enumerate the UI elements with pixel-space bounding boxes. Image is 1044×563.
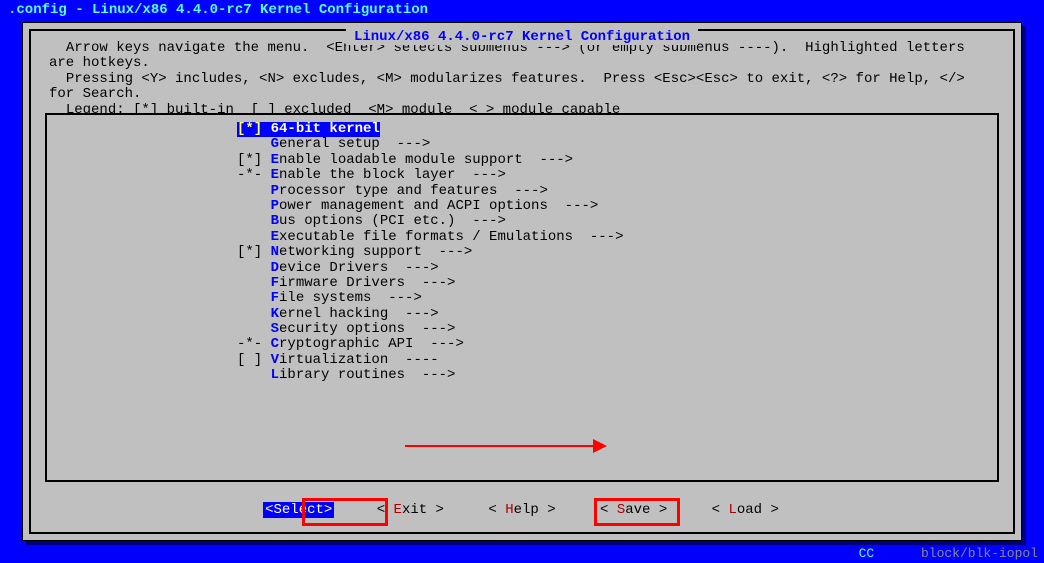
- menu-item-13[interactable]: Security options --->: [237, 322, 997, 337]
- save-button[interactable]: < Save >: [598, 502, 669, 518]
- menu-item-2[interactable]: [*] Enable loadable module support --->: [237, 153, 997, 168]
- menu-item-12[interactable]: Kernel hacking --->: [237, 307, 997, 322]
- annotation-arrow: [405, 445, 605, 447]
- menu-item-3[interactable]: -*- Enable the block layer --->: [237, 168, 997, 183]
- exit-button[interactable]: < Exit >: [375, 502, 446, 518]
- config-dialog: Linux/x86 4.4.0-rc7 Kernel Configuration…: [22, 22, 1022, 541]
- menu-item-9[interactable]: Device Drivers --->: [237, 261, 997, 276]
- menu-item-15[interactable]: [ ] Virtualization ----: [237, 353, 997, 368]
- menu-item-4[interactable]: Processor type and features --->: [237, 184, 997, 199]
- dialog-title: Linux/x86 4.4.0-rc7 Kernel Configuration: [346, 29, 698, 45]
- menu-box: [*] 64-bit kernel General setup --->[*] …: [45, 113, 999, 482]
- menu-item-14[interactable]: -*- Cryptographic API --->: [237, 337, 997, 352]
- menu-item-0[interactable]: [*] 64-bit kernel: [237, 122, 380, 137]
- menu-item-1[interactable]: General setup --->: [237, 137, 997, 152]
- menu-item-8[interactable]: [*] Networking support --->: [237, 245, 997, 260]
- menu-item-11[interactable]: File systems --->: [237, 291, 997, 306]
- menu-item-10[interactable]: Firmware Drivers --->: [237, 276, 997, 291]
- select-button[interactable]: <Select>: [263, 502, 334, 518]
- menu-item-6[interactable]: Bus options (PCI etc.) --->: [237, 214, 997, 229]
- window-title: .config - Linux/x86 4.4.0-rc7 Kernel Con…: [0, 0, 1044, 20]
- button-bar: <Select> < Exit > < Help > < Save > < Lo…: [31, 502, 1013, 518]
- menu-item-5[interactable]: Power management and ACPI options --->: [237, 199, 997, 214]
- menu-list[interactable]: [*] 64-bit kernel General setup --->[*] …: [47, 121, 997, 384]
- background-terminal-line: CC block/blk-iopol: [859, 546, 1038, 561]
- menu-item-16[interactable]: Library routines --->: [237, 368, 997, 383]
- help-button[interactable]: < Help >: [486, 502, 557, 518]
- load-button[interactable]: < Load >: [710, 502, 781, 518]
- menu-item-7[interactable]: Executable file formats / Emulations ---…: [237, 230, 997, 245]
